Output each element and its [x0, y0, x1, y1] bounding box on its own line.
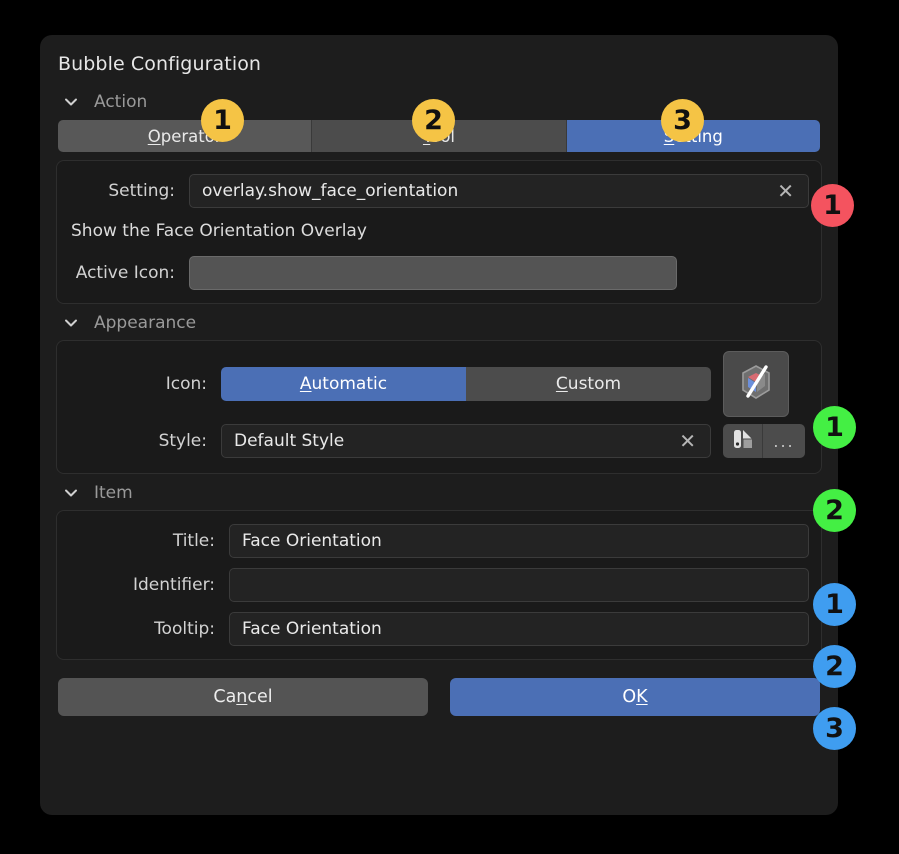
- active-icon-row: Active Icon:: [69, 253, 809, 293]
- chevron-down-icon: [62, 93, 80, 111]
- active-icon-input[interactable]: [189, 256, 677, 290]
- annotation-badge-blue-3: 3: [813, 707, 856, 750]
- identifier-row: Identifier:: [69, 565, 809, 605]
- tooltip-input-value: Face Orientation: [242, 619, 382, 639]
- icon-mode-custom[interactable]: Custom: [466, 367, 711, 401]
- title-input-value: Face Orientation: [242, 531, 382, 551]
- tooltip-row: Tooltip: Face Orientation: [69, 609, 809, 649]
- annotation-badge-red-1: 1: [811, 184, 854, 227]
- setting-label: Setting:: [108, 181, 175, 201]
- icon-mode-custom-label: Custom: [555, 374, 622, 394]
- identifier-input[interactable]: [229, 568, 809, 602]
- dialog-title: Bubble Configuration: [58, 53, 262, 75]
- annotation-badge-blue-1: 1: [813, 583, 856, 626]
- style-label: Style:: [158, 431, 207, 451]
- icon-label: Icon:: [165, 374, 207, 394]
- tooltip-input[interactable]: Face Orientation: [229, 612, 809, 646]
- title-label: Title:: [172, 531, 215, 551]
- active-icon-label: Active Icon:: [75, 263, 175, 283]
- face-orientation-cube-icon: [735, 361, 777, 407]
- annotation-badge-green-1: 1: [813, 406, 856, 449]
- section-header-appearance[interactable]: Appearance: [56, 306, 822, 340]
- style-row: Style: Default Style ✕ ...: [69, 421, 809, 461]
- tab-operator[interactable]: Operator: [58, 120, 313, 152]
- setting-description: Show the Face Orientation Overlay: [71, 221, 367, 241]
- item-panel: Title: Face Orientation Identifier: Tool…: [56, 510, 822, 660]
- title-input[interactable]: Face Orientation: [229, 524, 809, 558]
- annotation-badge-green-2: 2: [813, 489, 856, 532]
- icon-mode-automatic-label: Automatic: [299, 374, 388, 394]
- annotation-badge-blue-2: 2: [813, 645, 856, 688]
- icon-preview-button[interactable]: [723, 351, 789, 417]
- tooltip-label: Tooltip:: [154, 619, 215, 639]
- clear-style-icon[interactable]: ✕: [671, 431, 700, 451]
- annotation-badge-yellow-3: 3: [661, 99, 704, 142]
- cancel-button-label: Cancel: [213, 687, 273, 707]
- ok-button-label: OK: [622, 687, 648, 707]
- ok-button[interactable]: OK: [450, 678, 820, 716]
- setting-row: Setting: overlay.show_face_orientation ✕: [69, 171, 809, 211]
- identifier-label: Identifier:: [132, 575, 215, 595]
- style-more-button[interactable]: ...: [763, 424, 805, 458]
- setting-input-value: overlay.show_face_orientation: [202, 181, 459, 201]
- style-tools: ...: [723, 424, 805, 458]
- icon-row: Icon: Automatic Custom: [69, 351, 809, 417]
- section-label-action: Action: [94, 92, 148, 112]
- style-swatch-icon: [731, 427, 755, 455]
- style-input-value: Default Style: [234, 431, 345, 451]
- annotation-badge-yellow-1: 1: [201, 99, 244, 142]
- chevron-down-icon: [62, 314, 80, 332]
- cancel-button[interactable]: Cancel: [58, 678, 428, 716]
- setting-input[interactable]: overlay.show_face_orientation ✕: [189, 174, 809, 208]
- action-panel: Setting: overlay.show_face_orientation ✕…: [56, 160, 822, 304]
- annotation-badge-yellow-2: 2: [412, 99, 455, 142]
- icon-mode-automatic[interactable]: Automatic: [221, 367, 466, 401]
- section-label-item: Item: [94, 483, 133, 503]
- section-header-item[interactable]: Item: [56, 476, 822, 510]
- bubble-configuration-dialog: Bubble Configuration Action Operator Too…: [40, 35, 838, 815]
- title-row: Title: Face Orientation: [69, 521, 809, 561]
- style-swatch-button[interactable]: [723, 424, 763, 458]
- chevron-down-icon: [62, 484, 80, 502]
- style-input[interactable]: Default Style ✕: [221, 424, 711, 458]
- section-label-appearance: Appearance: [94, 313, 197, 333]
- appearance-panel: Icon: Automatic Custom Style: Default St…: [56, 340, 822, 474]
- icon-mode-toggle: Automatic Custom: [221, 367, 711, 401]
- dialog-footer: Cancel OK: [56, 678, 822, 716]
- clear-setting-icon[interactable]: ✕: [769, 181, 798, 201]
